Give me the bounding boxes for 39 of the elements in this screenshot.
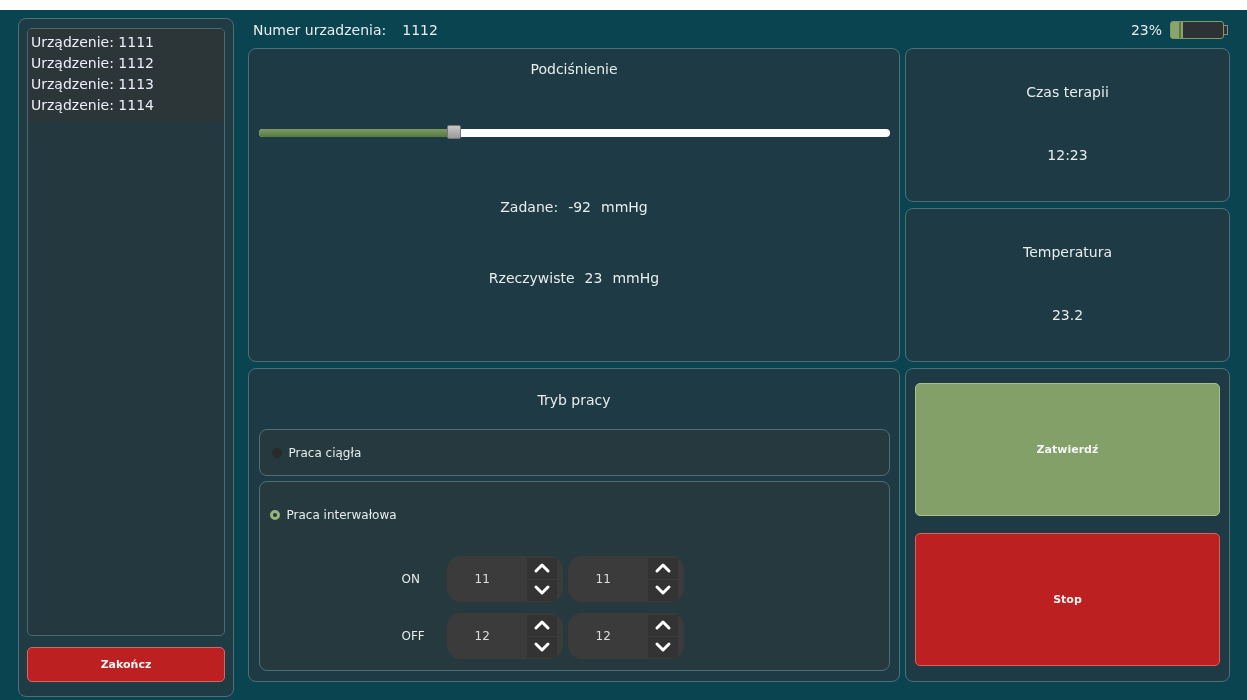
card-title: Temperatura (1023, 244, 1112, 260)
spin-box[interactable]: 12 (446, 613, 563, 659)
up-arrow-button[interactable] (526, 614, 557, 636)
spin-box[interactable]: 11 (567, 556, 684, 602)
radio-option[interactable]: Praca interwałowa (269, 508, 889, 522)
device-number-value: 1112 (402, 22, 438, 38)
battery-icon (1170, 21, 1228, 39)
down-arrow-button[interactable] (526, 636, 557, 658)
interval-label: OFF (401, 629, 426, 643)
action-button[interactable]: Stop (915, 533, 1220, 666)
device-item[interactable]: Urządzenie: 1114 (31, 95, 224, 116)
down-arrow-button[interactable] (526, 579, 557, 601)
card-value: 23.2 (1051, 307, 1084, 323)
card-title: Podciśnienie (530, 61, 618, 77)
spin-box[interactable]: 11 (446, 556, 563, 602)
card-title: Tryb pracy (537, 392, 611, 408)
device-item[interactable]: Urządzenie: 1112 (31, 53, 224, 74)
slider-thumb[interactable] (447, 125, 462, 139)
interval-label: ON (401, 572, 421, 586)
up-arrow-button[interactable] (526, 557, 557, 579)
exit-button[interactable]: Zakończ (27, 647, 225, 682)
reading-label: Zadane: (500, 199, 559, 215)
down-arrow-button[interactable] (647, 579, 678, 601)
reading-value: 23 (584, 270, 603, 286)
reading-unit: mmHg (601, 199, 648, 215)
device-item[interactable]: Urządzenie: 1113 (31, 74, 224, 95)
reading-label: Rzeczywiste (488, 270, 575, 286)
reading-value: -92 (568, 199, 591, 215)
device-item[interactable]: Urządzenie: 1111 (31, 32, 224, 53)
card-value: 12:23 (1047, 147, 1088, 163)
reading-unit: mmHg (612, 270, 660, 286)
radio-option[interactable]: Praca ciągła (271, 445, 362, 460)
up-arrow-button[interactable] (647, 614, 678, 636)
card-title: Czas terapii (1026, 84, 1109, 100)
device-number-label: Numer urzadzenia: (253, 22, 387, 38)
spin-box[interactable]: 12 (567, 613, 684, 659)
up-arrow-button[interactable] (647, 557, 678, 579)
battery-reading: 23% (1130, 22, 1162, 38)
down-arrow-button[interactable] (647, 636, 678, 658)
